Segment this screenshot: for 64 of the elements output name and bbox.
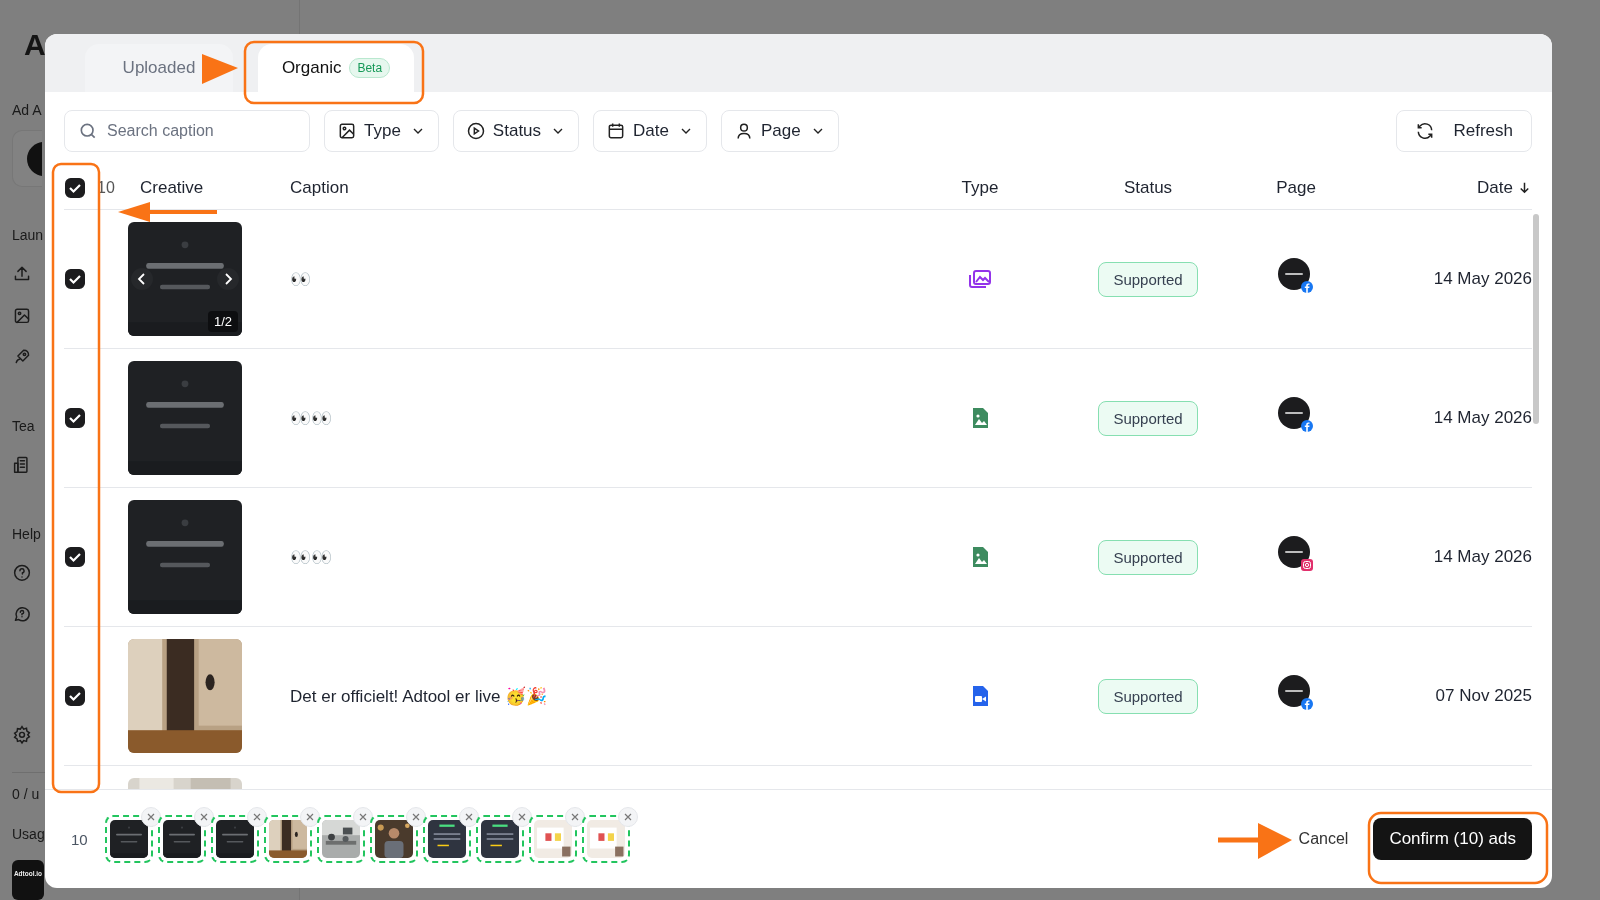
account-card[interactable]	[12, 130, 42, 187]
caption-text: 👀👀	[290, 408, 332, 428]
filter-dropdown[interactable]: Type	[324, 110, 439, 152]
checkbox[interactable]	[65, 269, 85, 289]
checkbox[interactable]	[65, 408, 85, 428]
status-badge: Supported	[1098, 261, 1198, 297]
caption-text: 👀	[290, 269, 311, 289]
usage-label: Usag	[12, 826, 45, 843]
page-avatar	[1278, 258, 1314, 294]
arrow	[202, 54, 238, 84]
status-badge: Supported	[1098, 539, 1198, 575]
help-icon[interactable]	[12, 562, 32, 583]
date-text: 14 May 2026	[1433, 547, 1532, 566]
caption-text: Det er officielt! Adtool er live 🥳🎉	[290, 686, 548, 706]
column-header[interactable]: Date	[1477, 177, 1513, 198]
selected-count: 10	[71, 830, 88, 848]
settings-icon[interactable]	[12, 724, 32, 745]
nav-group-label: Tea	[12, 417, 35, 434]
play-icon	[465, 121, 486, 141]
remove-button[interactable]	[193, 807, 214, 827]
filter-dropdown[interactable]: Page	[721, 110, 839, 152]
column-header[interactable]: Type	[961, 177, 999, 198]
refresh-button[interactable]: Refresh	[1396, 110, 1532, 152]
usage-text: 0 / u	[12, 786, 40, 803]
slide-counter: 1/2	[207, 311, 238, 332]
remove-button[interactable]	[458, 807, 479, 827]
cancel-button[interactable]: Cancel	[1292, 829, 1355, 849]
section-label: Ad A	[12, 102, 42, 118]
checkbox[interactable]	[65, 686, 85, 706]
status-badge: Supported	[1098, 678, 1198, 714]
remove-button[interactable]	[511, 807, 532, 827]
user-icon	[734, 121, 754, 141]
date-text: 14 May 2026	[1433, 269, 1532, 288]
column-header[interactable]: Caption	[290, 177, 349, 198]
column-header[interactable]: Page	[1276, 177, 1316, 198]
page-avatar	[1278, 536, 1314, 572]
remove-button[interactable]	[246, 807, 267, 827]
page-avatar	[1278, 397, 1314, 433]
tab[interactable]: Uploaded	[85, 44, 233, 92]
filter-dropdown[interactable]: Date	[593, 110, 707, 152]
image-icon	[337, 121, 357, 141]
column-header[interactable]: Status	[1123, 177, 1173, 198]
page-avatar	[1278, 675, 1314, 711]
nav-group-label: Laun	[12, 227, 44, 243]
remove-button[interactable]	[140, 807, 161, 827]
chat-icon[interactable]	[12, 604, 32, 624]
images-icon	[968, 267, 992, 291]
status-badge: Supported	[1098, 400, 1198, 436]
scrollbar[interactable]	[1533, 214, 1539, 424]
page-heading: A	[24, 28, 46, 62]
search-field[interactable]: Search caption	[64, 110, 310, 152]
tab[interactable]: Organic Beta	[258, 44, 414, 92]
beta-badge: Beta	[349, 58, 391, 78]
search-icon	[78, 121, 98, 141]
filter-dropdown[interactable]: Status	[452, 110, 580, 152]
caption-text: 👀👀	[290, 547, 332, 567]
checkbox[interactable]	[65, 177, 85, 198]
date-text: 14 May 2026	[1433, 408, 1532, 427]
remove-button[interactable]	[405, 807, 426, 827]
column-header[interactable]: Creative	[140, 177, 204, 198]
nav-group-label: Help	[12, 525, 41, 542]
confirm-button[interactable]: Confirm (10) ads	[1373, 818, 1532, 860]
date-text: 07 Nov 2025	[1435, 686, 1532, 705]
checkbox[interactable]	[65, 547, 85, 567]
